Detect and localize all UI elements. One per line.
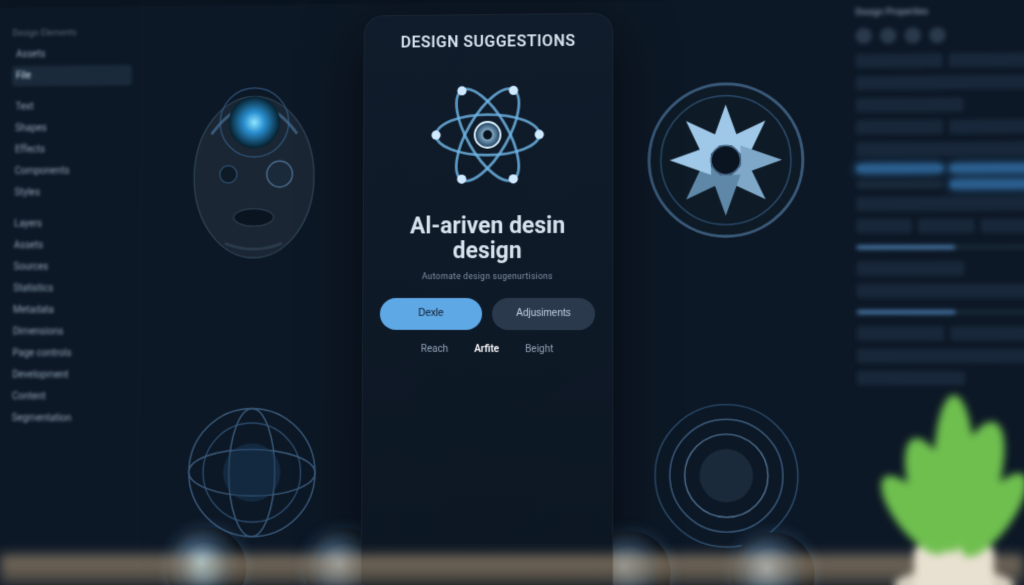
desk-surface <box>0 555 1024 585</box>
inspector-field[interactable] <box>857 284 1024 298</box>
glow-bar-row <box>856 164 1024 173</box>
inspector-field[interactable] <box>856 219 1024 234</box>
color-swatch[interactable] <box>929 27 946 43</box>
canvas: Design Suggestions <box>137 0 845 585</box>
sidebar-item[interactable]: Sources <box>10 257 131 278</box>
swatch-row <box>856 26 1024 44</box>
inspector-field[interactable] <box>856 52 1024 68</box>
sidebar-item[interactable]: Development <box>8 365 129 386</box>
glow-bar[interactable] <box>856 180 943 188</box>
glow-bar[interactable] <box>856 164 943 173</box>
modal-tab-active[interactable]: Arfite <box>474 344 499 355</box>
inspector-field[interactable] <box>856 75 1024 91</box>
sidebar-item[interactable]: Shapes <box>11 118 131 139</box>
inspector-slider[interactable] <box>856 245 1024 249</box>
primary-action-button[interactable]: Dexle <box>380 298 482 330</box>
glow-bar[interactable] <box>949 180 1024 189</box>
modal-tab-row: Reach Arfite Beight <box>421 343 554 354</box>
monitor-frame: File Edit View Insert Window Help Design… <box>0 0 1024 585</box>
sidebar-item[interactable]: Content <box>8 386 129 407</box>
inspector-field[interactable] <box>856 141 1024 156</box>
sidebar-item[interactable]: Styles <box>10 182 130 203</box>
sidebar-item[interactable]: Assets <box>10 235 131 256</box>
modal-tab[interactable]: Reach <box>421 343 448 354</box>
modal-header: Design Suggestions <box>401 31 576 52</box>
inspector-field[interactable] <box>857 326 1024 340</box>
sidebar-item[interactable]: Statistics <box>9 278 130 299</box>
sidebar-item[interactable]: Components <box>11 161 131 182</box>
asset-robot-head[interactable] <box>146 17 362 308</box>
sidebar-item[interactable]: Layers <box>10 214 130 235</box>
modal-subtitle: Automate design sugenurtisions <box>422 272 553 282</box>
sidebar-item[interactable]: Effects <box>11 139 131 160</box>
inspector-field[interactable] <box>857 261 965 275</box>
inspector-field[interactable] <box>856 97 964 112</box>
inspector-title: Design Properties <box>855 6 1024 18</box>
sidebar-item[interactable]: Assets <box>12 43 132 65</box>
modal-tab[interactable]: Beight <box>525 344 553 355</box>
sidebar-item[interactable]: Metadata <box>9 300 130 321</box>
inspector-field[interactable] <box>857 349 1024 364</box>
inspector-field[interactable] <box>856 196 1024 211</box>
adjustments-button[interactable]: Adjusiments <box>492 298 595 330</box>
atom-icon <box>423 70 552 200</box>
design-suggestions-modal: Design Suggestions <box>360 13 613 585</box>
left-sidebar: Design Elements Assets File Text Shapes … <box>0 0 143 585</box>
inspector-field[interactable] <box>857 371 965 386</box>
sidebar-item[interactable]: Text <box>12 96 132 117</box>
inspector-field[interactable] <box>856 119 1024 134</box>
sidebar-item-active[interactable]: File <box>12 65 132 87</box>
glow-bar[interactable] <box>949 164 1024 173</box>
app-screen: File Edit View Insert Window Help Design… <box>0 0 1024 585</box>
sidebar-item[interactable]: Dimensions <box>9 322 130 343</box>
inspector-slider[interactable] <box>857 310 1024 314</box>
color-swatch[interactable] <box>905 27 921 43</box>
asset-turbine-dial[interactable] <box>615 12 837 308</box>
glow-bar-row <box>856 180 1024 189</box>
sidebar-item[interactable]: Segmentation <box>8 408 129 429</box>
sidebar-item[interactable]: Page controls <box>9 343 130 364</box>
right-inspector: Design Properties <box>842 0 1024 585</box>
color-swatch[interactable] <box>880 28 896 44</box>
sidebar-group-title: Design Elements <box>12 28 132 39</box>
color-swatch[interactable] <box>856 28 872 44</box>
modal-title: Al-ariven desin design <box>380 213 595 264</box>
